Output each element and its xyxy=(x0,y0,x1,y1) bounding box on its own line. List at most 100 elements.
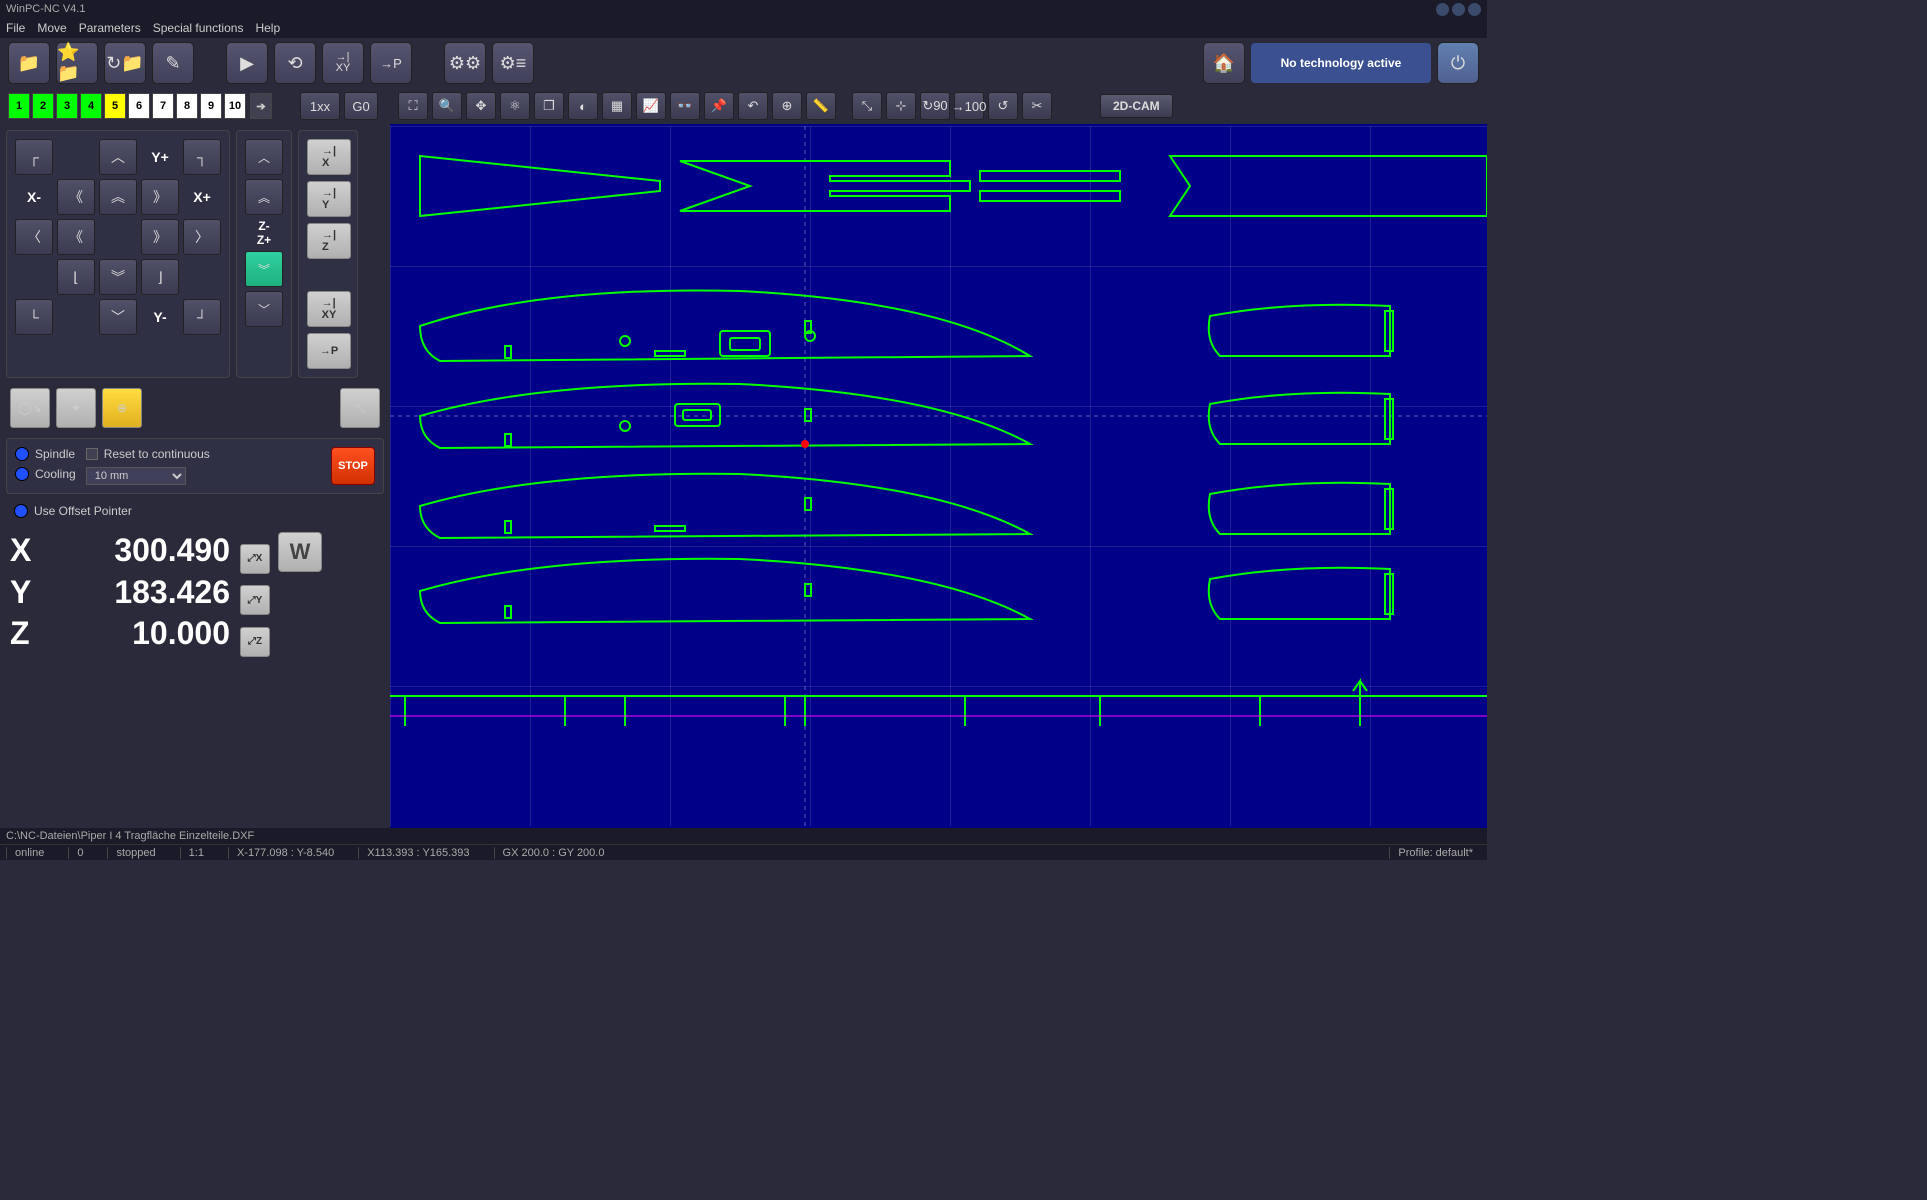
ruler-button[interactable]: 📏 xyxy=(806,92,836,120)
edit-button[interactable]: ✎ xyxy=(152,42,194,84)
favorite-folder-button[interactable]: ⭐📁 xyxy=(56,42,98,84)
revert-button[interactable]: ↺ xyxy=(988,92,1018,120)
ref-park-button[interactable]: →P xyxy=(307,333,351,369)
home-icon-button[interactable]: 🏠 xyxy=(1203,42,1245,84)
target-button[interactable]: ⊕ xyxy=(772,92,802,120)
layer-7-button[interactable]: 7 xyxy=(152,93,174,119)
park-button[interactable]: →P xyxy=(370,42,412,84)
pin-button[interactable]: 📌 xyxy=(704,92,734,120)
graph-button[interactable]: 📈 xyxy=(636,92,666,120)
contrast-button[interactable]: ◐ xyxy=(568,92,598,120)
label-x-minus: X- xyxy=(15,189,53,205)
grid-button[interactable]: ▦ xyxy=(602,92,632,120)
play-button[interactable]: ▶ xyxy=(226,42,268,84)
jog-corner-tr[interactable]: ┐ xyxy=(183,139,221,175)
undo-button[interactable]: ↶ xyxy=(738,92,768,120)
statusbar-file: C:\NC-Dateien\Piper I 4 Tragfläche Einze… xyxy=(0,828,1487,844)
jog-x-minus[interactable]: 〈 xyxy=(15,219,53,255)
rotate-90-button[interactable]: ↻90 xyxy=(920,92,950,120)
jog-corner-tl[interactable]: ┌ xyxy=(15,139,53,175)
layer-8-button[interactable]: 8 xyxy=(176,93,198,119)
zero-x-button[interactable]: ⤢X xyxy=(240,544,270,574)
ref-x-button[interactable]: →|X xyxy=(307,139,351,175)
jog-corner-br[interactable]: ┘ xyxy=(183,299,221,335)
offset-indicator xyxy=(14,504,28,518)
pan-button[interactable]: ✥ xyxy=(466,92,496,120)
jog-yx-up[interactable]: 《 xyxy=(57,179,95,215)
fit-view-button[interactable]: ⛶ xyxy=(398,92,428,120)
reload-folder-button[interactable]: ↻📁 xyxy=(104,42,146,84)
cut-tool-button[interactable]: ✂ xyxy=(1022,92,1052,120)
2d-cam-button[interactable]: 2D-CAM xyxy=(1100,94,1173,118)
layer-10-button[interactable]: 10 xyxy=(224,93,246,119)
settings-button[interactable]: ⚙⚙ xyxy=(444,42,486,84)
jog-corner-bl[interactable]: └ xyxy=(15,299,53,335)
jog-z-minus[interactable]: ︽ xyxy=(245,179,283,215)
ref-z-button[interactable]: →|Z xyxy=(307,223,351,259)
jog-yx-dn[interactable]: ⌊ xyxy=(57,259,95,295)
layer-4-button[interactable]: 4 xyxy=(80,93,102,119)
menu-parameters[interactable]: Parameters xyxy=(79,21,141,35)
jog-yx-dn2[interactable]: ⌋ xyxy=(141,259,179,295)
status-coords2: X113.393 : Y165.393 xyxy=(358,847,477,859)
label-y-minus: Y- xyxy=(141,309,179,325)
zero-z-button[interactable]: ⤢Z xyxy=(240,627,270,657)
menu-help[interactable]: Help xyxy=(255,21,280,35)
set-origin-button[interactable]: ⤡ xyxy=(340,388,380,428)
step-size-select[interactable]: 10 mm xyxy=(86,467,186,485)
probe-center-button[interactable]: ⊕ xyxy=(102,388,142,428)
expand-button[interactable]: ⤡ xyxy=(852,92,882,120)
ref-xy-button[interactable]: →|XY xyxy=(307,291,351,327)
zoom-button[interactable]: 🔍 xyxy=(432,92,462,120)
override-1xx[interactable]: 1xx xyxy=(300,92,340,120)
probe-star-button[interactable]: ✦ xyxy=(56,388,96,428)
jog-x-plus[interactable]: 〉 xyxy=(183,219,221,255)
atom-view-button[interactable]: ⚛ xyxy=(500,92,530,120)
menubar: File Move Parameters Special functions H… xyxy=(0,18,1487,38)
goto-100-button[interactable]: →100 xyxy=(954,92,984,120)
jog-y-minus[interactable]: ﹀ xyxy=(99,299,137,335)
cooling-indicator xyxy=(15,467,29,481)
minimize-button[interactable] xyxy=(1436,3,1449,16)
layer-5-button[interactable]: 5 xyxy=(104,93,126,119)
maximize-button[interactable] xyxy=(1452,3,1465,16)
drawing-canvas[interactable] xyxy=(390,124,1487,828)
center-button[interactable]: ⊹ xyxy=(886,92,916,120)
jog-y-plus-fast[interactable]: ︿ xyxy=(99,139,137,175)
probe-circle-button[interactable]: ◯↘ xyxy=(10,388,50,428)
jog-z-plus[interactable]: ︾ xyxy=(245,251,283,287)
layer-1-button[interactable]: 1 xyxy=(8,93,30,119)
power-button[interactable]: ⏻ xyxy=(1437,42,1479,84)
menu-file[interactable]: File xyxy=(6,21,25,35)
status-stopped: stopped xyxy=(107,847,163,859)
tune-button[interactable]: ⚙≡ xyxy=(492,42,534,84)
layer-2-button[interactable]: 2 xyxy=(32,93,54,119)
status-ratio: 1:1 xyxy=(180,847,212,859)
home-xy-button[interactable]: →|XY xyxy=(322,42,364,84)
glasses-button[interactable]: 👓 xyxy=(670,92,700,120)
jog-x-plus-fast[interactable]: 》 xyxy=(141,219,179,255)
layer-9-button[interactable]: 9 xyxy=(200,93,222,119)
reset-continuous-checkbox[interactable] xyxy=(86,448,98,460)
jog-y-minus-fast[interactable]: ︾ xyxy=(99,259,137,295)
w-coords-button[interactable]: W xyxy=(278,532,322,572)
jog-z-plus-fast[interactable]: ﹀ xyxy=(245,291,283,327)
layer-6-button[interactable]: 6 xyxy=(128,93,150,119)
zero-y-button[interactable]: ⤢Y xyxy=(240,585,270,615)
axis-x-value: 300.490 xyxy=(50,532,230,569)
stop-button[interactable]: STOP xyxy=(331,447,375,485)
jog-yx-up2[interactable]: 》 xyxy=(141,179,179,215)
layer-next-button[interactable]: ➔ xyxy=(250,93,272,119)
close-button[interactable] xyxy=(1468,3,1481,16)
jog-x-minus-fast[interactable]: 《 xyxy=(57,219,95,255)
menu-special-functions[interactable]: Special functions xyxy=(153,21,244,35)
menu-move[interactable]: Move xyxy=(37,21,66,35)
jog-z-minus-fast[interactable]: ︿ xyxy=(245,139,283,175)
3d-view-button[interactable]: ❐ xyxy=(534,92,564,120)
override-g0[interactable]: G0 xyxy=(344,92,378,120)
jog-y-plus[interactable]: ︽ xyxy=(99,179,137,215)
layer-3-button[interactable]: 3 xyxy=(56,93,78,119)
refresh-button[interactable]: ⟲ xyxy=(274,42,316,84)
ref-y-button[interactable]: →|Y xyxy=(307,181,351,217)
open-folder-button[interactable]: 📁 xyxy=(8,42,50,84)
